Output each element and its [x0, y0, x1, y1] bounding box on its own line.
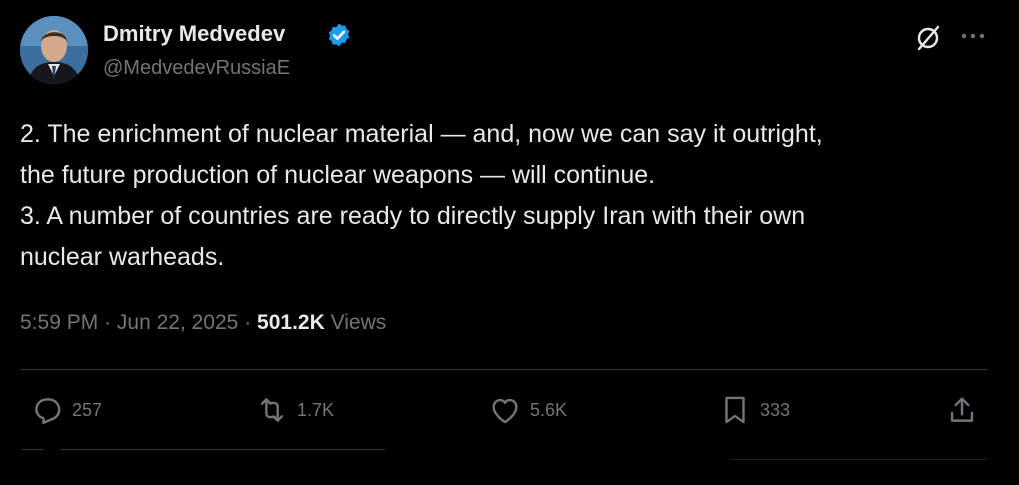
bookmark-count: 333	[760, 399, 791, 420]
tweet-text: 2. The enrichment of nuclear material — …	[20, 114, 1005, 278]
reply-button[interactable]: 257	[30, 392, 102, 428]
tweet-time[interactable]: 5:59 PM	[20, 311, 98, 334]
tweet-line: the future production of nuclear weapons…	[20, 161, 656, 189]
tweet-date[interactable]: Jun 22, 2025	[117, 311, 238, 334]
tweet-card: Dmitry Medvedev @MedvedevRussiaE 2. The …	[0, 0, 1019, 485]
like-count: 5.6K	[530, 399, 568, 420]
divider	[22, 449, 44, 450]
like-button[interactable]: 5.6K	[488, 392, 567, 428]
tweet-line: 2. The enrichment of nuclear material — …	[20, 120, 823, 148]
more-options-icon[interactable]	[958, 26, 988, 46]
share-icon	[950, 397, 974, 422]
meta-separator: ·	[244, 311, 252, 334]
tweet-line: 3. A number of countries are ready to di…	[20, 202, 806, 230]
author-handle[interactable]: @MedvedevRussiaE	[103, 55, 290, 81]
grok-icon[interactable]	[914, 24, 942, 52]
like-icon	[492, 398, 518, 424]
retweet-button[interactable]: 1.7K	[255, 392, 334, 428]
tweet-line: nuclear warheads.	[20, 243, 225, 271]
tweet-meta: 5:59 PM · Jun 22, 2025 · 501.2K Views	[20, 309, 386, 337]
meta-separator: ·	[104, 311, 112, 334]
retweet-icon	[260, 398, 284, 422]
reply-count: 257	[72, 399, 103, 420]
bookmark-icon	[725, 396, 745, 424]
divider	[20, 369, 988, 370]
retweet-count: 1.7K	[297, 399, 335, 420]
verified-badge-icon	[326, 22, 352, 48]
views-count[interactable]: 501.2K	[257, 311, 325, 334]
divider	[730, 459, 988, 460]
reply-icon	[35, 398, 61, 424]
share-button[interactable]	[945, 392, 979, 428]
views-label: Views	[330, 311, 387, 334]
avatar[interactable]	[20, 16, 88, 84]
divider	[60, 449, 385, 450]
bookmark-button[interactable]: 333	[718, 392, 790, 428]
display-name[interactable]: Dmitry Medvedev	[103, 20, 285, 48]
